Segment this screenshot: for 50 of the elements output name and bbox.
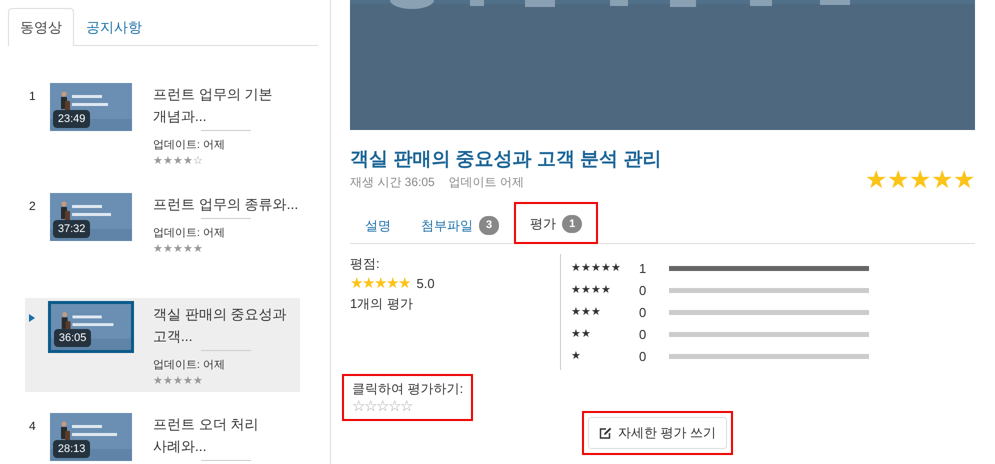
star-tier-label: ★★★★ <box>571 283 612 298</box>
update-label: 업데이트: 어제 <box>152 138 226 153</box>
video-title[interactable]: 프런트 업무의 기본 개념과... <box>152 83 300 127</box>
count-text: 0 <box>639 282 648 300</box>
count-text: 0 <box>639 326 648 344</box>
count-badge: 1 <box>562 214 582 233</box>
duration-label: 37:32 <box>52 220 90 238</box>
video-title[interactable]: 프런트 업무의 종류와... <box>152 193 300 215</box>
star-tier-label: ★ <box>571 349 582 364</box>
video-item[interactable]: 1 23:49 프런트 업무의 기본 개념과... 업데이트: 어제 ★★★★☆ <box>25 78 300 172</box>
item-number: 2 <box>29 198 37 215</box>
write-review-button[interactable]: 자세한 평가 쓰기 <box>588 417 728 448</box>
rating-label: 평점: <box>350 254 381 272</box>
duration-label: 23:49 <box>52 110 90 128</box>
tab[interactable]: 첨부파일 3 <box>406 206 514 244</box>
duration-label: 28:13 <box>52 440 90 458</box>
score-text: 5.0 <box>416 274 435 292</box>
count-text: 0 <box>639 304 648 322</box>
rate-prompt: 클릭하여 평가하기: <box>352 380 464 398</box>
update-label: 업데이트: 어제 <box>152 226 226 241</box>
video-item[interactable]: 36:05 객실 판매의 중요성과 고객... 업데이트: 어제 ★★★★★ <box>25 298 300 392</box>
video-item[interactable]: 2 37:32 프런트 업무의 종류와... 업데이트: 어제 ★★★★★ <box>25 188 300 282</box>
count-badge: 3 <box>479 216 500 234</box>
meta-text: 재생 시간 36:05 <box>350 175 435 189</box>
update-label: 업데이트: 어제 <box>152 358 226 373</box>
count-text: 1 <box>639 260 648 278</box>
review-count: 1개의 평가 <box>350 294 414 312</box>
star-tier-label: ★★★★★ <box>571 261 622 276</box>
tab[interactable]: 설명 <box>350 206 406 244</box>
duration-label: 36:05 <box>54 328 92 347</box>
star-rating: ★★★★☆ <box>152 154 204 168</box>
video-title[interactable]: 객실 판매의 중요성과 고객... <box>152 303 300 347</box>
video-title[interactable]: 프런트 오더 처리 사례와... <box>152 413 300 457</box>
count-text: 0 <box>639 348 648 366</box>
star-rating: ★★★★★ <box>152 374 204 388</box>
play-icon <box>29 314 35 322</box>
star-rating: ★★★★★ <box>152 242 204 256</box>
meta-text: 업데이트 어제 <box>448 175 524 189</box>
star-rating: ★★★★★ <box>350 274 410 294</box>
star-rating: ★★★★★ <box>865 168 975 192</box>
star-tier-label: ★★★ <box>571 305 602 320</box>
tab[interactable]: 공지사항 <box>74 8 154 46</box>
tab[interactable]: 동영상 <box>8 8 74 46</box>
edit-icon <box>599 426 612 439</box>
tab[interactable]: 평가 1 <box>514 202 598 244</box>
item-number: 4 <box>29 418 37 435</box>
item-number: 1 <box>29 88 37 105</box>
video-title: 객실 판매의 중요성과 고객 분석 관리 <box>350 148 662 172</box>
star-tier-label: ★★ <box>571 327 592 342</box>
video-item[interactable]: 4 28:13 프런트 오더 처리 사례와... <box>25 408 300 464</box>
